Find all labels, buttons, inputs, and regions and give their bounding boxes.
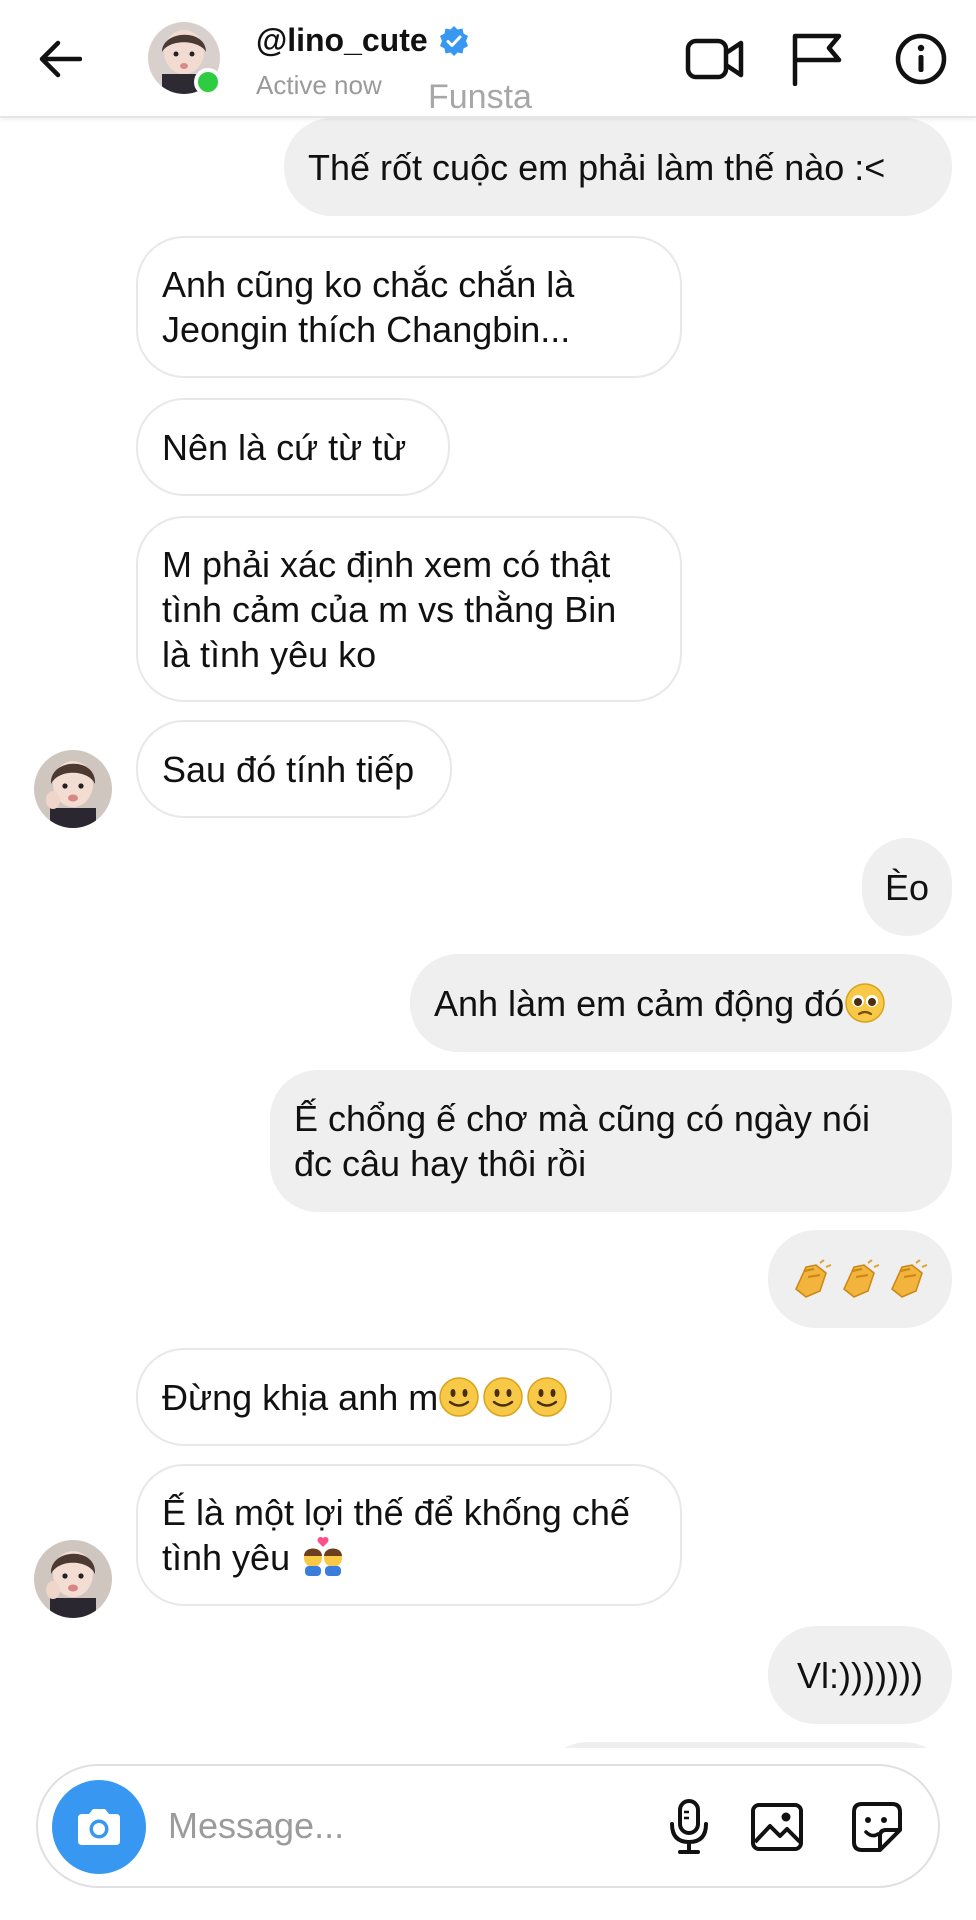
flag-icon — [792, 33, 842, 86]
sticker-button[interactable] — [842, 1792, 912, 1862]
gallery-icon — [751, 1803, 803, 1851]
message-thread[interactable]: Thế rốt cuộc em phải làm thế nào :< Anh … — [0, 118, 976, 1748]
sender-avatar[interactable] — [34, 1540, 112, 1618]
report-button[interactable] — [782, 24, 852, 94]
message-text: Nên là cứ từ từ — [162, 426, 407, 468]
received-message[interactable]: M phải xác định xem có thật tình cảm của… — [136, 516, 682, 702]
pleading-face-emoji-icon — [845, 983, 885, 1023]
back-button[interactable] — [30, 24, 90, 94]
sticker-icon — [852, 1802, 902, 1852]
sent-message[interactable]: Ế chổng ế chơ mà cũng có ngày nói đc câu… — [270, 1070, 952, 1212]
voice-message-button[interactable] — [654, 1792, 724, 1862]
message-text: Vl:))))))) — [797, 1654, 923, 1696]
message-text: Anh cũng ko chắc chắn là Jeongin thích C… — [162, 264, 575, 350]
message-composer — [36, 1764, 940, 1888]
received-message[interactable]: Ế là một lợi thế để khống chế tình yêu — [136, 1464, 682, 1606]
received-message[interactable]: Đừng khịa anh m — [136, 1348, 612, 1446]
couple-kiss-emoji-icon — [304, 1536, 342, 1576]
received-message[interactable]: Nên là cứ từ từ — [136, 398, 450, 496]
active-status: Active now — [256, 70, 382, 100]
sent-message-partial[interactable] — [540, 1742, 952, 1748]
video-call-button[interactable] — [680, 24, 750, 94]
sent-message[interactable]: Thế rốt cuộc em phải làm thế nào :< — [284, 118, 952, 216]
video-call-icon — [685, 38, 744, 80]
clapping-hands-emoji-icon — [790, 1259, 930, 1299]
message-text: Anh làm em cảm động đó — [434, 982, 845, 1024]
camera-icon — [78, 1809, 120, 1845]
online-status-dot — [194, 68, 222, 96]
message-text: Thế rốt cuộc em phải làm thế nào :< — [308, 146, 886, 188]
back-arrow-icon — [39, 40, 82, 78]
sent-message[interactable]: Anh làm em cảm động đó — [410, 954, 952, 1052]
camera-button[interactable] — [52, 1780, 146, 1874]
gallery-button[interactable] — [742, 1792, 812, 1862]
sent-message[interactable]: Vl:))))))) — [768, 1626, 952, 1724]
sender-avatar[interactable] — [34, 750, 112, 828]
received-message[interactable]: Anh cũng ko chắc chắn là Jeongin thích C… — [136, 236, 682, 378]
sent-message[interactable]: Èo — [862, 838, 952, 936]
microphone-icon — [670, 1799, 708, 1854]
overlay-caption: Funsta — [428, 78, 532, 116]
message-text: Èo — [884, 866, 930, 908]
message-input[interactable] — [168, 1796, 648, 1856]
slightly-smiling-face-emoji-icon — [438, 1376, 568, 1418]
message-text: Ế chổng ế chơ mà cũng có ngày nói đc câu… — [294, 1098, 870, 1184]
sent-message[interactable] — [768, 1230, 952, 1328]
message-text: Ế là một lợi thế để khống chế tình yêu — [162, 1492, 630, 1578]
message-text: Sau đó tính tiếp — [162, 748, 415, 790]
info-icon — [895, 33, 947, 85]
info-button[interactable] — [886, 24, 956, 94]
contact-username[interactable]: @lino_cute — [256, 22, 470, 59]
message-text: Đừng khịa anh m — [162, 1376, 439, 1418]
username-text: @lino_cute — [256, 22, 428, 58]
chat-header: @lino_cute Active now Funsta — [0, 0, 976, 118]
message-text: M phải xác định xem có thật tình cảm của… — [162, 543, 617, 675]
received-message[interactable]: Sau đó tính tiếp — [136, 720, 452, 818]
verified-badge-icon — [439, 25, 468, 56]
